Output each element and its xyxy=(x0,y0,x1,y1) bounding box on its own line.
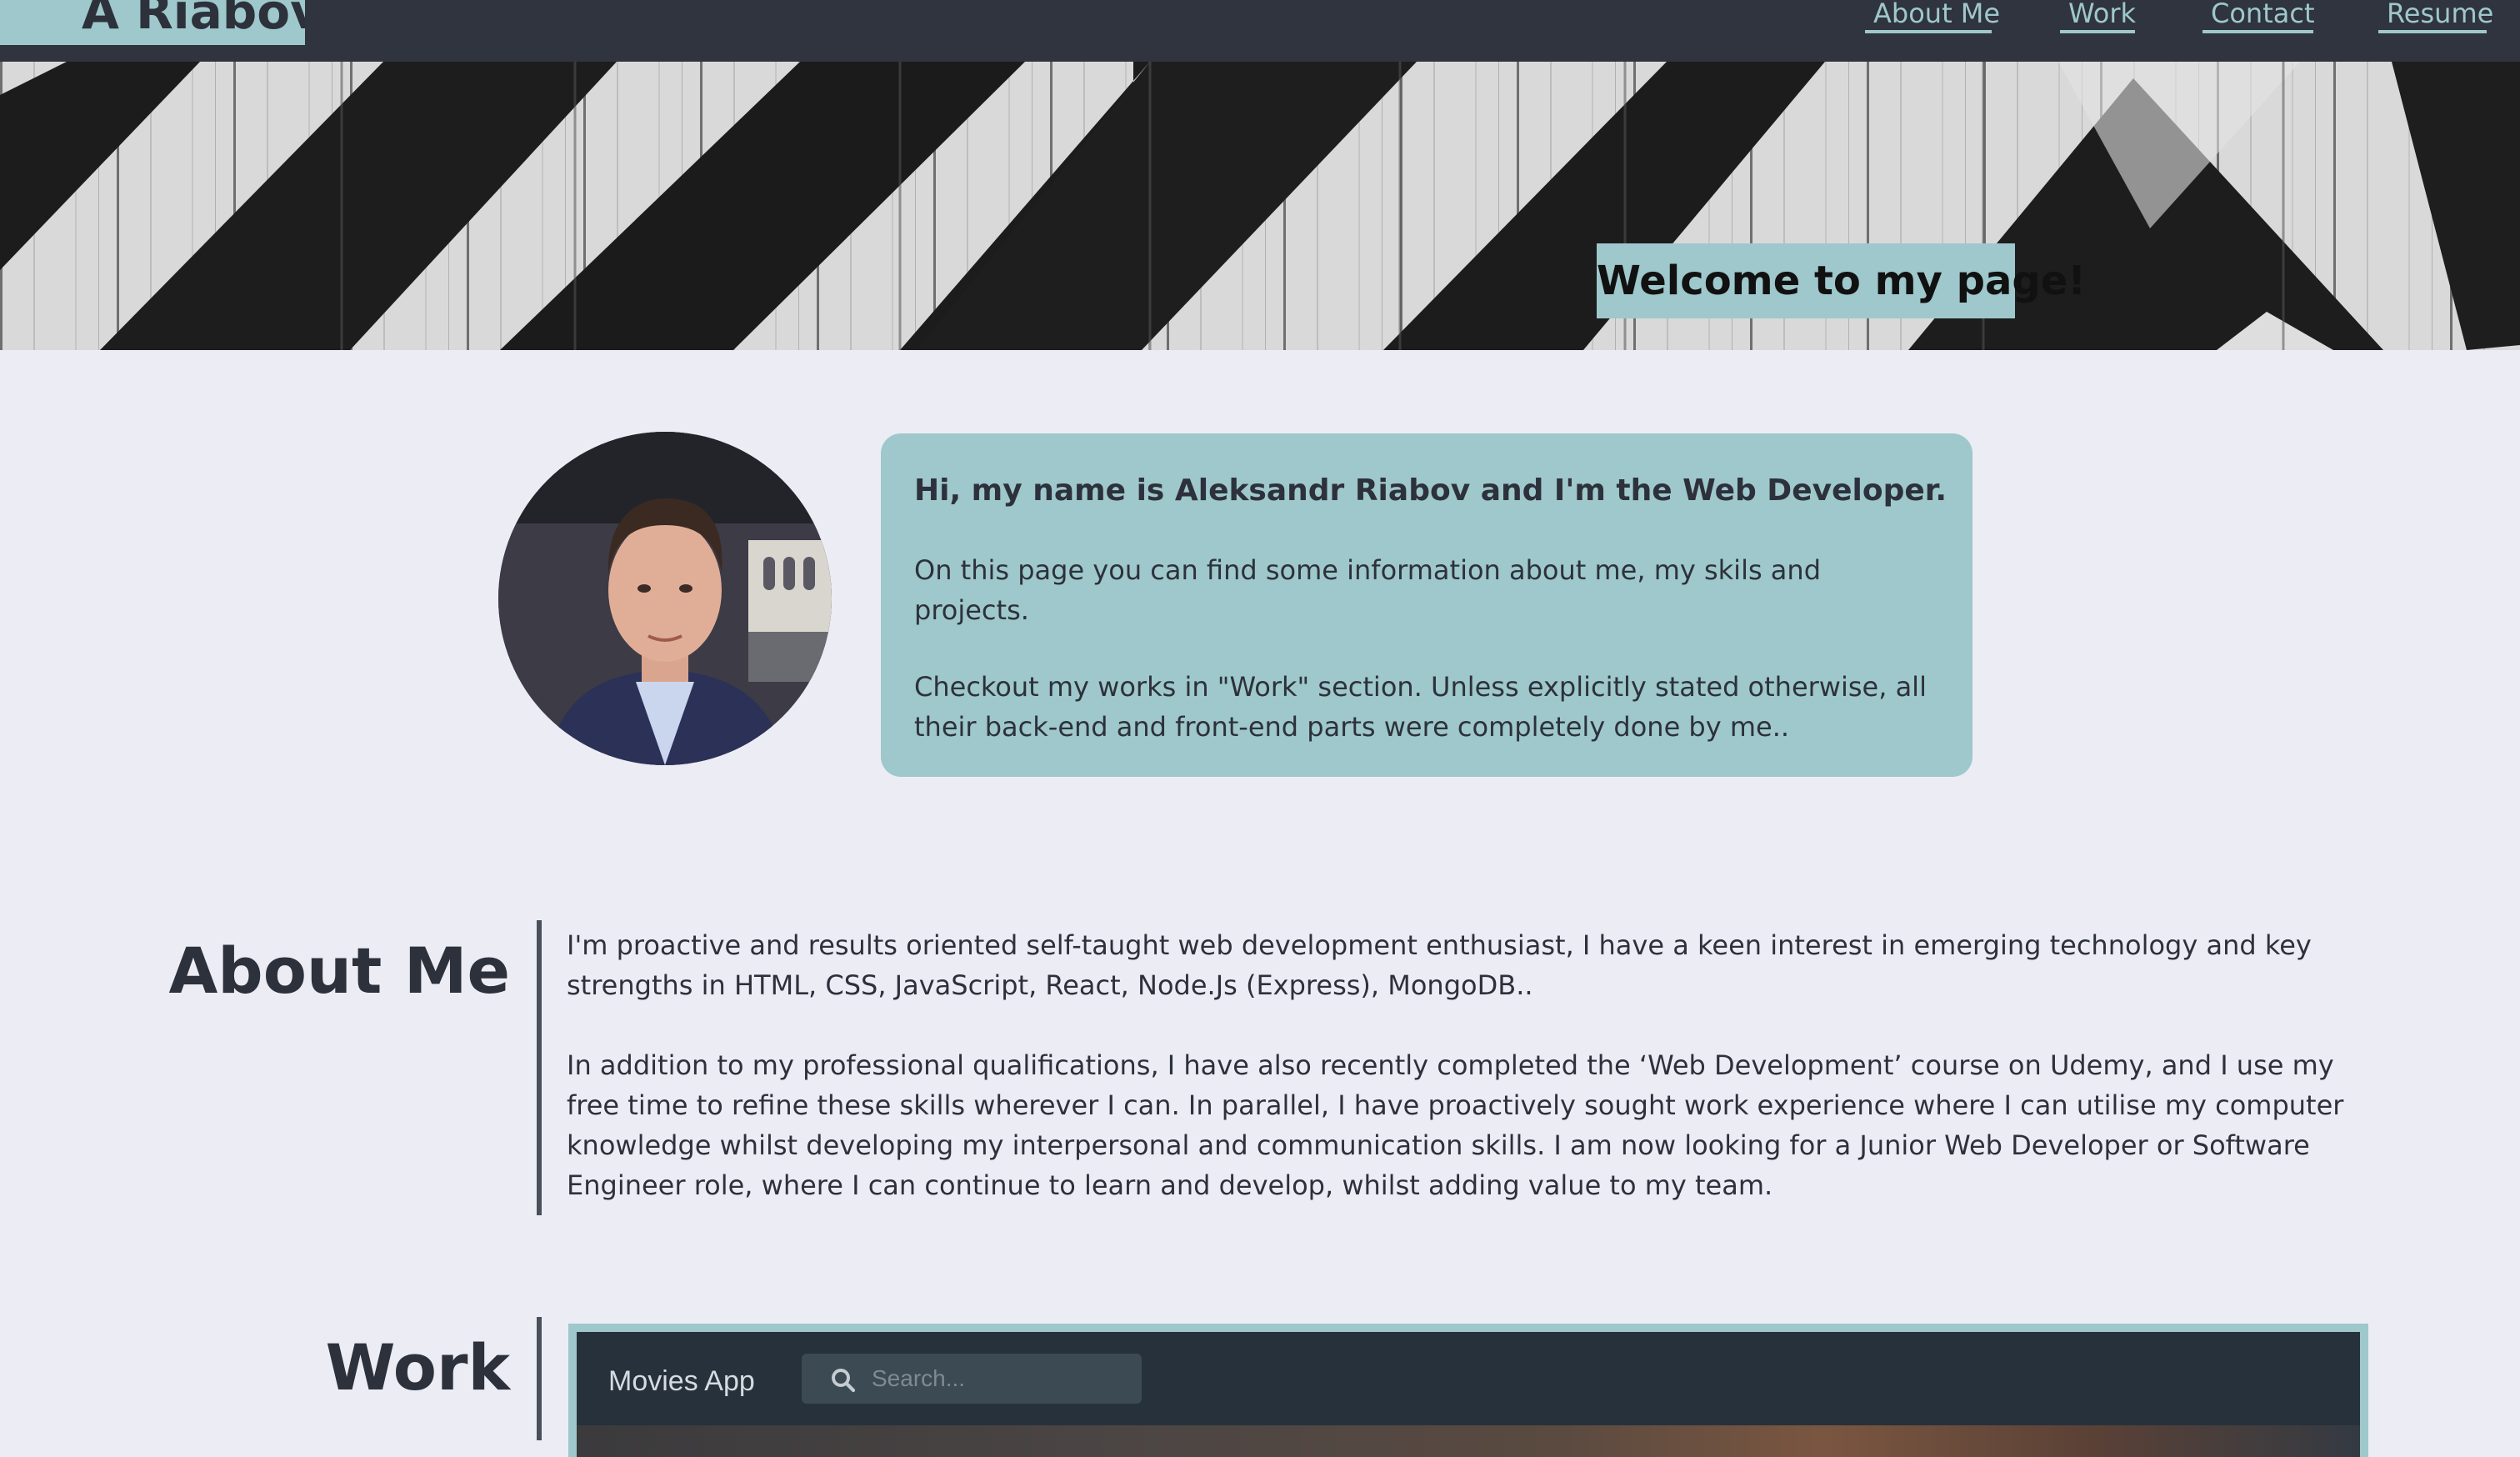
about-me-text: I'm proactive and results oriented self-… xyxy=(567,925,2358,1205)
site-logo[interactable]: A Riabov xyxy=(0,0,305,45)
movies-app-screenshot: Movies App xyxy=(577,1332,2360,1457)
work-project-card-movies-app[interactable]: Movies App xyxy=(568,1324,2368,1457)
intro-paragraph-2: Checkout my works in "Work" section. Unl… xyxy=(914,671,1927,743)
nav-link-about-me[interactable]: About Me xyxy=(1865,0,2000,33)
about-me-divider xyxy=(537,920,542,1215)
movies-app-title: Movies App xyxy=(608,1365,755,1397)
profile-portrait-image xyxy=(498,432,832,765)
about-paragraph-2: In addition to my professional qualifica… xyxy=(567,1049,2344,1201)
intro-title: Hi, my name is Aleksandr Riabov and I'm … xyxy=(914,473,1948,508)
hero-background-image xyxy=(0,62,2520,350)
intro-card: Hi, my name is Aleksandr Riabov and I'm … xyxy=(881,433,1972,777)
nav-link-resume[interactable]: Resume xyxy=(2378,0,2493,33)
work-heading: Work xyxy=(325,1330,510,1404)
intro-paragraph-1: On this page you can find some informati… xyxy=(914,554,1821,626)
profile-photo xyxy=(498,432,832,765)
about-me-heading: About Me xyxy=(168,934,510,1008)
hero-banner: Welcome to my page! xyxy=(0,62,2520,350)
top-navbar: A Riabov About Me Work Contact Resume xyxy=(0,0,2520,62)
logo-text: A Riabov xyxy=(82,0,305,40)
nav-link-contact[interactable]: Contact xyxy=(2202,0,2315,33)
nav-link-work[interactable]: Work xyxy=(2060,0,2136,33)
welcome-heading: Welcome to my page! xyxy=(1597,243,2086,318)
work-divider xyxy=(537,1317,542,1440)
search-icon xyxy=(832,1369,856,1393)
about-paragraph-1: I'm proactive and results oriented self-… xyxy=(567,929,2312,1001)
movies-poster-strip xyxy=(577,1425,2360,1457)
